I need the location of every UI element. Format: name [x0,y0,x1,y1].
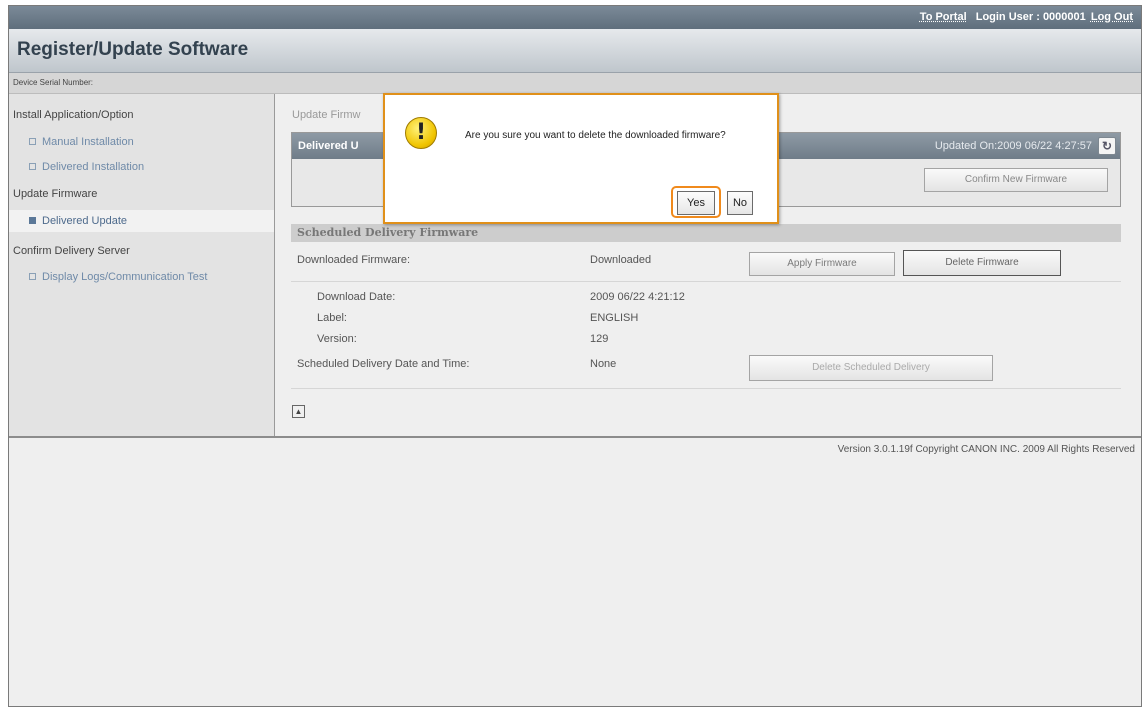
sidebar-section-confirm-delivery-server[interactable]: Confirm Delivery Server [13,245,130,257]
sidebar-item-delivered-update[interactable]: Delivered Update [9,210,274,232]
sidebar-section-install[interactable]: Install Application/Option [13,109,133,121]
label-value: ENGLISH [590,312,639,324]
scheduled-date-value: None [590,358,617,370]
bullet-icon [29,137,36,145]
delete-scheduled-delivery-button[interactable]: Delete Scheduled Delivery [749,355,993,381]
confirm-new-firmware-button[interactable]: Confirm New Firmware [924,168,1108,192]
footer-copyright: Version 3.0.1.19f Copyright CANON INC. 2… [837,444,1135,455]
sidebar-item-delivered-installation[interactable]: Delivered Installation [29,161,144,173]
to-portal-link[interactable]: To Portal [920,11,967,23]
apply-firmware-button[interactable]: Apply Firmware [749,252,895,276]
yes-button[interactable]: Yes [677,191,715,215]
downloaded-firmware-label: Downloaded Firmware: [297,254,411,266]
scheduled-delivery-title: Scheduled Delivery Firmware [297,226,479,239]
sidebar-item-label: Delivered Update [42,215,127,227]
login-user-label: Login User : 0000001 [975,11,1086,23]
version-label: Version: [317,333,357,345]
bullet-icon [29,216,36,224]
no-button[interactable]: No [727,191,753,215]
version-value: 129 [590,333,609,345]
bullet-icon [29,162,36,170]
back-to-top-icon[interactable]: ▲ [292,405,305,418]
dialog-message: Are you sure you want to delete the down… [465,130,726,141]
scheduled-date-label: Scheduled Delivery Date and Time: [297,358,470,370]
page-title: Register/Update Software [17,39,249,60]
confirm-delete-dialog: ! Are you sure you want to delete the do… [383,93,779,224]
downloaded-firmware-value: Downloaded [590,254,652,266]
top-bar: To Portal Login User : 0000001 Log Out [9,6,1141,29]
sidebar-item-label: Manual Installation [42,136,134,148]
warning-icon: ! [405,117,437,149]
app-frame: To Portal Login User : 0000001 Log Out R… [8,5,1142,707]
scheduled-delivery-header: Scheduled Delivery Firmware [291,224,1121,242]
bullet-icon [29,272,36,280]
row-divider [291,281,1121,282]
device-serial-bar: Device Serial Number: [9,73,1141,94]
sidebar-item-label: Delivered Installation [42,161,145,173]
sidebar-section-update-firmware[interactable]: Update Firmware [13,188,97,200]
title-bar: Register/Update Software [9,29,1141,73]
device-serial-label: Device Serial Number: [13,78,94,87]
download-date-label: Download Date: [317,291,396,303]
refresh-icon[interactable]: ↻ [1098,137,1116,155]
logout-link[interactable]: Log Out [1091,11,1133,23]
sidebar-item-label: Display Logs/Communication Test [42,271,208,283]
sidebar: Install Application/Option Manual Instal… [9,94,275,436]
content-divider [9,436,1141,438]
delete-firmware-button[interactable]: Delete Firmware [903,250,1061,276]
header-links: To Portal Login User : 0000001 Log Out [914,11,1133,23]
sidebar-item-display-logs[interactable]: Display Logs/Communication Test [29,271,207,283]
label-label: Label: [317,312,347,324]
breadcrumb: Update Firmw [292,109,361,121]
sidebar-item-manual-installation[interactable]: Manual Installation [29,136,134,148]
updated-on-text: Updated On:2009 06/22 4:27:57 [934,140,1092,152]
delivered-update-title: Delivered U [298,140,359,152]
row-divider [291,388,1121,389]
download-date-value: 2009 06/22 4:21:12 [590,291,685,303]
